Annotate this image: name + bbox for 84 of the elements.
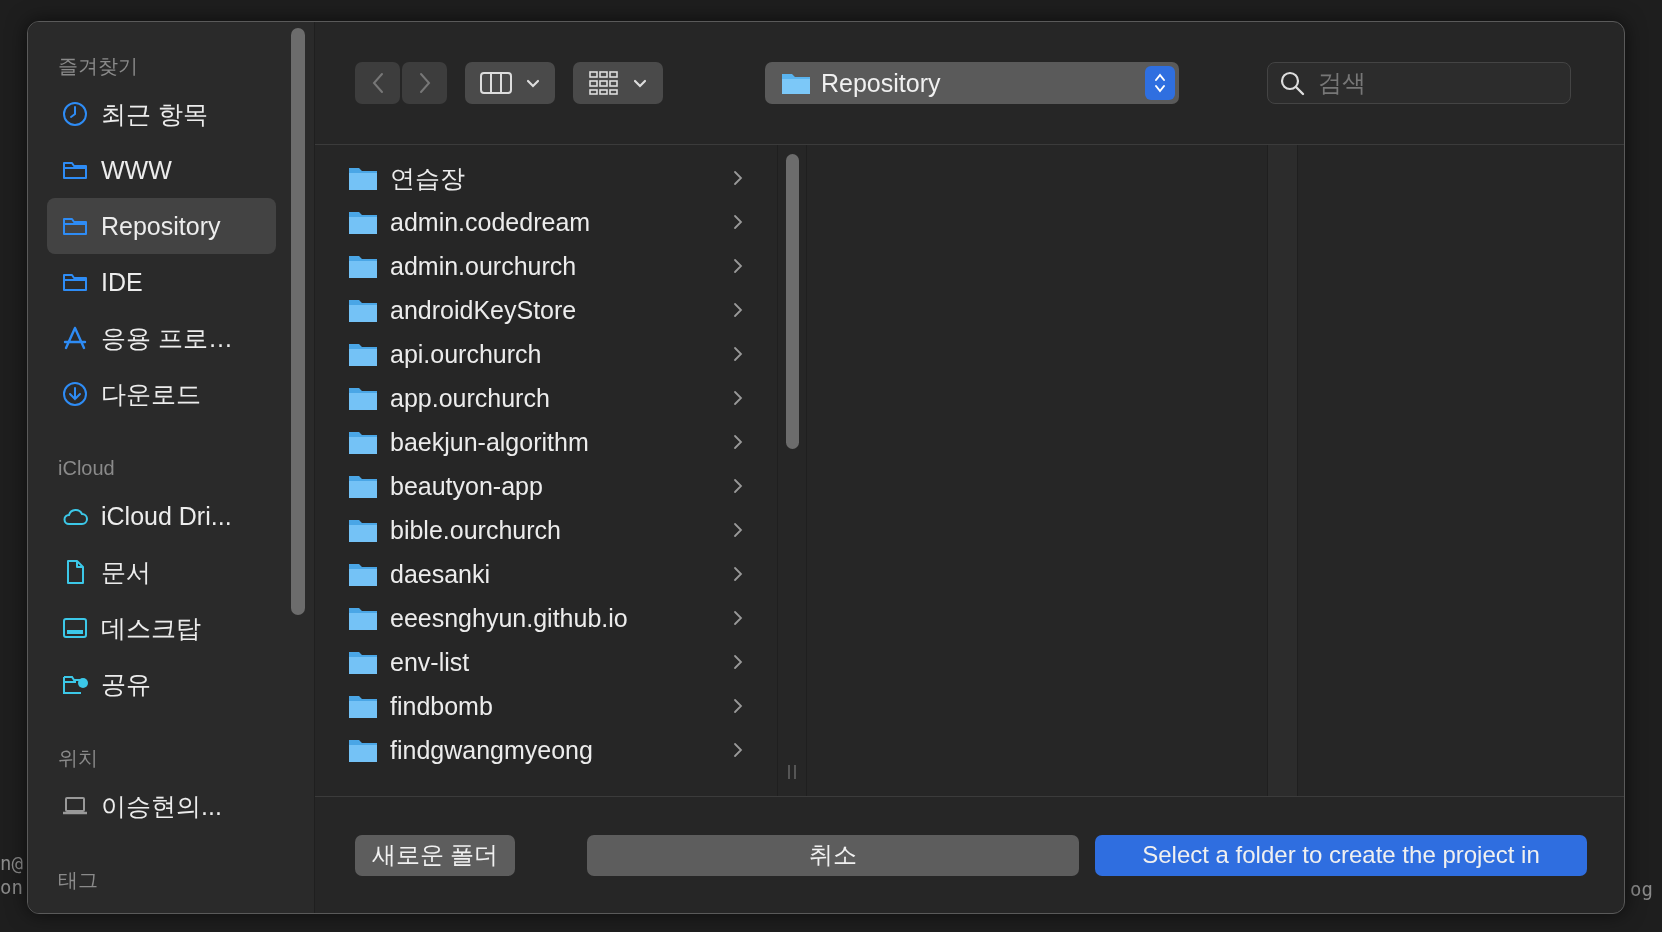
folder-row[interactable]: admin.ourchurch: [315, 244, 777, 288]
search-field[interactable]: 검색: [1267, 62, 1571, 104]
folder-icon: [348, 561, 378, 587]
scrollbar-thumb[interactable]: [786, 154, 799, 449]
folder-icon: [348, 253, 378, 279]
chevron-icon: [733, 390, 743, 406]
folder-row[interactable]: androidKeyStore: [315, 288, 777, 332]
folder-row[interactable]: baekjun-algorithm: [315, 420, 777, 464]
chevron-icon: [733, 654, 743, 670]
sidebar-item[interactable]: 응용 프로…: [47, 310, 276, 366]
folder-icon: [348, 473, 378, 499]
location-popup[interactable]: Repository: [765, 62, 1179, 104]
back-icon: [370, 72, 385, 94]
new-folder-button[interactable]: 새로운 폴더: [355, 834, 515, 876]
folder-row[interactable]: app.ourchurch: [315, 376, 777, 420]
chevron-icon: [733, 698, 743, 714]
sidebar-item[interactable]: 이승현의...: [47, 778, 276, 834]
sidebar-item[interactable]: 데스크탑: [47, 600, 276, 656]
clock-icon: [61, 100, 89, 128]
grid-icon: [589, 71, 619, 95]
folder-icon: [348, 341, 378, 367]
chevron-icon: [733, 566, 743, 582]
columns-icon: [480, 72, 512, 94]
forward-icon: [417, 72, 432, 94]
download-icon: [61, 380, 89, 408]
folder-icon: [348, 693, 378, 719]
cancel-button[interactable]: 취소: [587, 834, 1079, 876]
folder-row[interactable]: eeesnghyun.github.io: [315, 596, 777, 640]
folder-row[interactable]: bible.ourchurch: [315, 508, 777, 552]
scrollbar-thumb[interactable]: [291, 28, 305, 615]
resize-handle-icon: [787, 765, 797, 779]
terminal-text: n@: [0, 852, 23, 874]
group-button[interactable]: [573, 62, 663, 104]
folder-icon: [348, 429, 378, 455]
terminal-text: on: [0, 876, 23, 898]
chevron-icon: [733, 742, 743, 758]
back-button[interactable]: [355, 62, 400, 104]
folder-icon: [348, 517, 378, 543]
section-heading: 즐겨찾기: [57, 54, 139, 79]
sidebar-item[interactable]: 최근 항목: [47, 86, 276, 142]
chevron-icon: [733, 302, 743, 318]
sidebar-item[interactable]: WWW: [47, 142, 276, 198]
folder-icon: [348, 649, 378, 675]
chevron-icon: [733, 610, 743, 626]
chevron-icon: [733, 522, 743, 538]
folder-icon: [348, 165, 378, 191]
folder-row[interactable]: env-list: [315, 640, 777, 684]
forward-button[interactable]: [402, 62, 447, 104]
search-icon: [1279, 70, 1305, 96]
chevron-icon: [733, 214, 743, 230]
chevron-icon: [733, 346, 743, 362]
folder-icon: [348, 209, 378, 235]
section-heading: 위치: [57, 746, 99, 771]
sidebar-item[interactable]: 다운로드: [47, 366, 276, 422]
caret-icon: [526, 78, 540, 88]
chevron-icon: [733, 170, 743, 186]
folder-icon: [348, 385, 378, 411]
folder-row[interactable]: 연습장: [315, 156, 777, 200]
folder-row[interactable]: daesanki: [315, 552, 777, 596]
sidebar-item[interactable]: IDE: [47, 254, 276, 310]
section-heading: iCloud: [57, 456, 116, 481]
app-store-icon: [61, 324, 89, 352]
view-mode-button[interactable]: [465, 62, 555, 104]
chevron-icon: [733, 478, 743, 494]
folder-row[interactable]: beautyon-app: [315, 464, 777, 508]
section-heading: 태그: [57, 868, 99, 893]
chevron-icon: [733, 258, 743, 274]
folder-icon: [348, 605, 378, 631]
stepper-icon: [1145, 66, 1175, 100]
folder-row[interactable]: findgwangmyeong: [315, 728, 777, 772]
sidebar-item[interactable]: 문서: [47, 544, 276, 600]
sidebar-item[interactable]: 공유: [47, 656, 276, 712]
chevron-icon: [733, 434, 743, 450]
caret-icon: [633, 78, 647, 88]
terminal-text: og: [1630, 878, 1653, 900]
sidebar-item[interactable]: Repository: [47, 198, 276, 254]
folder-icon: [348, 737, 378, 763]
folder-row[interactable]: admin.codedream: [315, 200, 777, 244]
folder-icon: [348, 297, 378, 323]
folder-row[interactable]: findbomb: [315, 684, 777, 728]
select-button[interactable]: Select a folder to create the project in: [1095, 834, 1587, 876]
sidebar-item[interactable]: iCloud Dri...: [47, 488, 276, 544]
folder-icon: [781, 71, 811, 95]
folder-row[interactable]: api.ourchurch: [315, 332, 777, 376]
